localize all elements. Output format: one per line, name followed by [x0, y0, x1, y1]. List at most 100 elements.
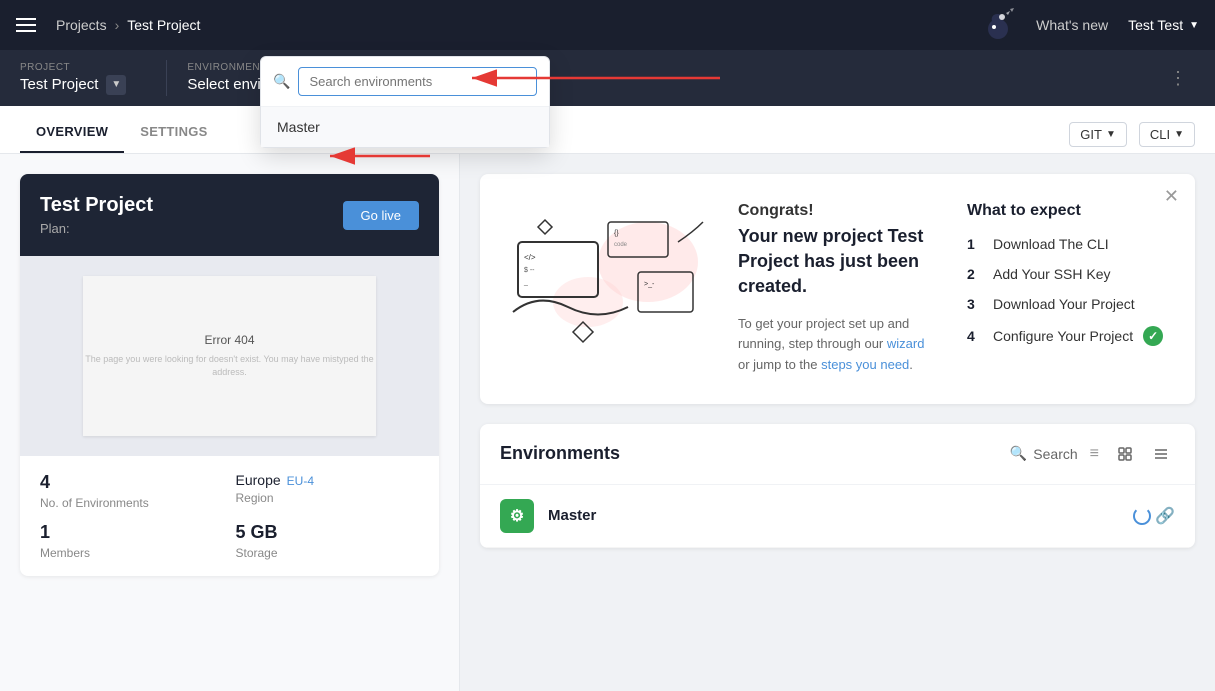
user-chevron-icon: ▼: [1189, 20, 1199, 31]
svg-text:code: code: [614, 242, 628, 248]
whats-new-link[interactable]: What's new: [1036, 17, 1108, 33]
breadcrumb-separator: ›: [115, 17, 120, 33]
top-nav-right: What's new Test Test ▼: [980, 7, 1199, 43]
storage-label: Storage: [236, 546, 420, 560]
git-label: GIT: [1080, 127, 1102, 142]
env-search-label[interactable]: Search: [1033, 446, 1077, 462]
env-filter-icon[interactable]: ≡: [1090, 445, 1099, 463]
wte-label-1: Download The CLI: [993, 236, 1109, 252]
project-name: Test Project: [20, 76, 98, 93]
env-row-master[interactable]: ⚙ Master 🔗: [480, 485, 1195, 548]
user-name: Test Test: [1128, 17, 1183, 33]
hamburger-menu[interactable]: [16, 18, 36, 32]
what-to-expect: What to expect 1 Download The CLI 2 Add …: [967, 202, 1167, 376]
env-list-view-button[interactable]: [1147, 440, 1175, 468]
env-search-icon: 🔍: [273, 73, 290, 90]
congrats-title: Congrats!: [738, 202, 937, 220]
wte-num-3: 3: [967, 296, 983, 312]
env-spinning-icon: [1133, 507, 1151, 525]
wte-item-4: 4 Configure Your Project: [967, 326, 1167, 346]
wte-title: What to expect: [967, 202, 1167, 220]
tab-settings[interactable]: SETTINGS: [124, 112, 223, 153]
preview-error: Error 404 The page you were looking for …: [83, 276, 376, 436]
top-nav: Projects › Test Project What's new Test …: [0, 0, 1215, 50]
region-code: EU-4: [287, 474, 314, 488]
project-dropdown-btn[interactable]: Test Project ▼: [20, 75, 126, 95]
git-dropdown[interactable]: GIT ▼: [1069, 122, 1127, 147]
stat-environments: 4 No. of Environments: [40, 472, 224, 510]
wte-item-1: 1 Download The CLI: [967, 236, 1167, 252]
error-title: Error 404: [204, 333, 254, 347]
plan-label: Plan:: [40, 221, 153, 236]
breadcrumb-projects[interactable]: Projects: [56, 17, 107, 33]
close-button[interactable]: ✕: [1164, 186, 1179, 207]
cli-dropdown[interactable]: CLI ▼: [1139, 122, 1195, 147]
error-text: The page you were looking for doesn't ex…: [83, 353, 376, 378]
environments-card: Environments 🔍 Search ≡: [480, 424, 1195, 548]
env-tree-view-button[interactable]: [1111, 440, 1139, 468]
wte-num-4: 4: [967, 328, 983, 344]
stat-members: 1 Members: [40, 522, 224, 560]
region-label: Region: [236, 491, 420, 505]
wte-num-2: 2: [967, 266, 983, 282]
project-card: Test Project Plan: Go live Error 404 The…: [20, 174, 439, 576]
project-chevron-down-icon[interactable]: ▼: [106, 75, 126, 95]
members-count: 1: [40, 522, 224, 543]
congrats-illustration: </> $ -- _ {} code >_-: [508, 202, 708, 362]
main-content: Test Project Plan: Go live Error 404 The…: [0, 154, 1215, 691]
git-chevron-icon: ▼: [1106, 129, 1116, 140]
congrats-card: </> $ -- _ {} code >_-: [480, 174, 1195, 404]
wizard-link[interactable]: wizard: [887, 336, 925, 351]
env-dropdown-master-item[interactable]: Master: [261, 107, 549, 147]
cli-label: CLI: [1150, 127, 1170, 142]
region-name: Europe: [236, 472, 281, 488]
tab-right-controls: GIT ▼ CLI ▼: [1069, 122, 1195, 153]
header-divider: [166, 60, 167, 96]
stat-region: Europe EU-4 Region: [236, 472, 420, 510]
env-view-icons: [1111, 440, 1175, 468]
breadcrumb-current: Test Project: [127, 17, 200, 33]
svg-text:{}: {}: [614, 230, 619, 237]
env-dropdown-overlay: 🔍 Master: [260, 56, 550, 148]
project-stats: 4 No. of Environments Europe EU-4 Region…: [20, 456, 439, 576]
right-panel: </> $ -- _ {} code >_-: [460, 154, 1215, 691]
mascot-icon: [980, 7, 1016, 43]
wte-label-4: Configure Your Project: [993, 328, 1133, 344]
members-label: Members: [40, 546, 224, 560]
project-label: PROJECT: [20, 62, 126, 73]
tab-overview[interactable]: OVERVIEW: [20, 112, 124, 153]
tab-bar: OVERVIEW SETTINGS GIT ▼ CLI ▼: [0, 106, 1215, 154]
env-search-input[interactable]: [298, 67, 537, 96]
svg-text:$ --: $ --: [524, 267, 535, 274]
env-master-icon: ⚙: [500, 499, 534, 533]
wte-item-2: 2 Add Your SSH Key: [967, 266, 1167, 282]
user-menu[interactable]: Test Test ▼: [1128, 17, 1199, 33]
environments-title: Environments: [500, 443, 998, 464]
wte-list: 1 Download The CLI 2 Add Your SSH Key 3 …: [967, 236, 1167, 346]
env-search-area: 🔍 Search: [1010, 445, 1078, 462]
left-panel: Test Project Plan: Go live Error 404 The…: [0, 154, 460, 691]
env-dropdown-search-container: 🔍: [261, 57, 549, 107]
wte-num-1: 1: [967, 236, 983, 252]
more-options-button[interactable]: ⋮: [1161, 64, 1195, 93]
stat-storage: 5 GB Storage: [236, 522, 420, 560]
environments-count: 4: [40, 472, 224, 493]
wte-item-3: 3 Download Your Project: [967, 296, 1167, 312]
svg-text:</>: </>: [524, 253, 536, 262]
storage-value: 5 GB: [236, 522, 420, 543]
project-preview: Error 404 The page you were looking for …: [20, 256, 439, 456]
env-master-name: Master: [548, 507, 1119, 524]
sub-header: PROJECT Test Project ▼ ENVIRONMENT Selec…: [0, 50, 1215, 106]
project-section[interactable]: PROJECT Test Project ▼: [20, 62, 146, 95]
env-search-icon: 🔍: [1010, 445, 1027, 462]
go-live-button[interactable]: Go live: [343, 201, 419, 230]
breadcrumb: Projects › Test Project: [56, 17, 980, 33]
congrats-subtitle: Your new project Test Project has just b…: [738, 224, 937, 300]
steps-link[interactable]: steps you need: [821, 357, 909, 372]
wte-label-2: Add Your SSH Key: [993, 266, 1111, 282]
cli-chevron-icon: ▼: [1174, 129, 1184, 140]
congrats-content: Congrats! Your new project Test Project …: [738, 202, 937, 376]
svg-text:>_-: >_-: [644, 281, 655, 288]
environments-header: Environments 🔍 Search ≡: [480, 424, 1195, 485]
wte-label-3: Download Your Project: [993, 296, 1135, 312]
